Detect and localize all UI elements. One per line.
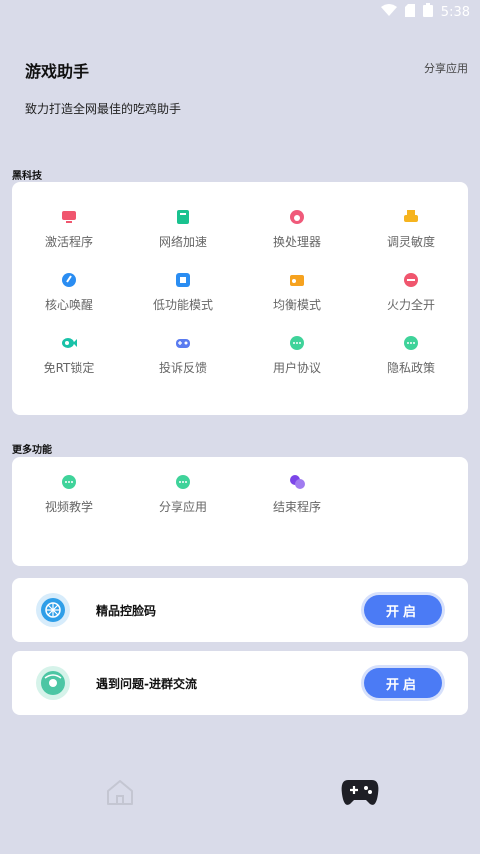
chat-icon <box>61 474 77 490</box>
feature-label: 调灵敏度 <box>386 235 435 249</box>
feature-label: 换处理器 <box>272 235 321 249</box>
bubbles-icon <box>289 474 305 490</box>
radio-icon <box>289 272 305 288</box>
feature-item[interactable]: 核心唤醒 <box>12 261 126 324</box>
subtitle: 致力打造全网最佳的吃鸡助手 <box>25 102 182 116</box>
feature-item[interactable]: 换处理器 <box>240 198 354 261</box>
feature-label: 激活程序 <box>44 235 93 249</box>
disc-icon <box>36 666 70 700</box>
home-icon[interactable] <box>104 776 136 808</box>
feature-label: 投诉反馈 <box>158 361 207 375</box>
chat-icon <box>175 474 191 490</box>
feature-item[interactable]: 调灵敏度 <box>354 198 468 261</box>
controller-icon <box>175 335 191 351</box>
feature-item[interactable]: 用户协议 <box>240 324 354 387</box>
header: 游戏助手 分享应用 <box>25 58 468 82</box>
feature-label: 低功能模式 <box>152 298 213 312</box>
feature-item[interactable]: 均衡模式 <box>240 261 354 324</box>
brush-icon <box>61 272 77 288</box>
feature-label: 免RT锁定 <box>43 361 95 375</box>
feature-label: 核心唤醒 <box>44 298 93 312</box>
monitor-icon <box>61 209 77 225</box>
gamepad-icon[interactable] <box>340 774 380 810</box>
chip-icon <box>175 272 191 288</box>
section-label-tech: 黑科技 <box>12 171 42 182</box>
feature-item[interactable]: 火力全开 <box>354 261 468 324</box>
tech-card: 激活程序 网络加速 换处理器 调灵敏度核心唤醒 低功能模式 均衡模式 火力全开免RT锁定 投诉… <box>12 182 468 415</box>
row-card-join-group: 遇到问题-进群交流 开启 <box>12 651 468 715</box>
cpu-icon <box>289 209 305 225</box>
feature-label: 隐私政策 <box>386 361 435 375</box>
feature-label: 用户协议 <box>272 361 321 375</box>
wifi-icon <box>380 4 397 20</box>
feature-item[interactable]: 投诉反馈 <box>126 324 240 387</box>
bottom-nav <box>0 770 480 814</box>
open-button[interactable]: 开启 <box>364 668 442 698</box>
tech-grid: 激活程序 网络加速 换处理器 调灵敏度核心唤醒 低功能模式 均衡模式 火力全开免RT锁定 投诉… <box>12 198 468 387</box>
more-card: 视频教学 分享应用 结束程序 <box>12 457 468 566</box>
feature-label: 均衡模式 <box>272 298 321 312</box>
gamepad-small-icon <box>403 272 419 288</box>
wheel-icon <box>36 593 70 627</box>
feature-item[interactable]: 低功能模式 <box>126 261 240 324</box>
status-bar: 5:38 <box>0 0 480 24</box>
feature-label: 结束程序 <box>272 500 321 514</box>
share-app-link[interactable]: 分享应用 <box>424 60 468 76</box>
printer-icon <box>403 209 419 225</box>
feature-item[interactable]: 网络加速 <box>126 198 240 261</box>
row-card-face-code: 精品控脸码 开启 <box>12 578 468 642</box>
clock: 5:38 <box>440 4 470 20</box>
feature-item[interactable]: 视频教学 <box>12 463 126 526</box>
feature-item[interactable]: 隐私政策 <box>354 324 468 387</box>
feature-item[interactable]: 免RT锁定 <box>12 324 126 387</box>
feature-item[interactable]: 结束程序 <box>240 463 354 526</box>
battery-icon <box>422 3 433 21</box>
feature-label: 网络加速 <box>158 235 207 249</box>
chat-icon <box>289 335 305 351</box>
app-title: 游戏助手 <box>25 62 90 81</box>
more-grid: 视频教学 分享应用 结束程序 <box>12 463 468 526</box>
feature-item[interactable]: 分享应用 <box>126 463 240 526</box>
sd-card-icon <box>404 3 415 21</box>
row-label: 遇到问题-进群交流 <box>96 676 197 691</box>
feature-label: 分享应用 <box>158 500 207 514</box>
book-icon <box>175 209 191 225</box>
row-label: 精品控脸码 <box>96 603 157 618</box>
section-label-more: 更多功能 <box>12 445 52 456</box>
open-button[interactable]: 开启 <box>364 595 442 625</box>
fish-icon <box>61 335 77 351</box>
feature-label: 视频教学 <box>44 500 93 514</box>
feature-item[interactable]: 激活程序 <box>12 198 126 261</box>
chat-icon <box>403 335 419 351</box>
feature-label: 火力全开 <box>386 298 435 312</box>
